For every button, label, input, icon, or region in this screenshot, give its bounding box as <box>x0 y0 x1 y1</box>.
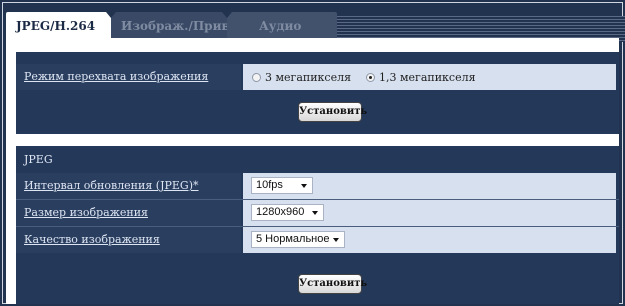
chevron-down-icon <box>312 211 318 215</box>
image-quality-value: 5 Нормальное <box>243 227 616 253</box>
capture-mode-section: Режим перехвата изображения 3 мегапиксел… <box>16 52 619 90</box>
set-button-jpeg[interactable]: Установить <box>298 274 367 294</box>
set-button-capture-mode[interactable]: Установить <box>298 102 367 122</box>
refresh-interval-selected: 10fps <box>256 179 283 191</box>
image-size-select[interactable]: 1280x960 <box>251 204 324 221</box>
tab-jpeg-h264-label: JPEG/H.264 <box>16 19 96 33</box>
image-size-row: Размер изображения 1280x960 <box>16 200 619 226</box>
image-size-value: 1280x960 <box>243 200 616 226</box>
chevron-down-icon <box>301 184 307 188</box>
image-quality-row: Качество изображения 5 Нормальное <box>16 227 619 253</box>
chevron-down-icon <box>333 238 339 242</box>
tab-notch <box>222 12 232 18</box>
refresh-interval-row: Интервал обновления (JPEG)* 10fps <box>16 173 619 199</box>
capture-mode-option-3mp[interactable]: 3 мегапикселя <box>252 64 351 90</box>
capture-mode-option-1-3mp[interactable]: 1,3 мегапикселя <box>366 64 476 90</box>
image-size-selected: 1280x960 <box>256 206 305 218</box>
set-button-area-1: Установить <box>16 90 619 134</box>
section-gap <box>16 134 619 146</box>
tab-audio-label: Аудио <box>259 19 302 33</box>
radio-1-3mp-label: 1,3 мегапикселя <box>379 70 476 84</box>
tab-notch <box>106 12 116 18</box>
capture-mode-options: 3 мегапикселя 1,3 мегапикселя <box>243 64 616 90</box>
capture-mode-row: Режим перехвата изображения 3 мегапиксел… <box>16 64 619 90</box>
image-quality-label[interactable]: Качество изображения <box>16 227 241 253</box>
radio-3mp-label: 3 мегапикселя <box>265 70 352 84</box>
radio-3mp[interactable] <box>252 72 261 82</box>
set-button-area-2: Установить <box>16 262 619 304</box>
settings-frame: JPEG/H.264 Изображ./Приваси Аудио Режим … <box>0 0 625 306</box>
content-panel: Режим перехвата изображения 3 мегапиксел… <box>6 38 619 304</box>
refresh-interval-select[interactable]: 10fps <box>251 177 313 194</box>
image-quality-select[interactable]: 5 Нормальное <box>251 231 345 248</box>
capture-mode-label[interactable]: Режим перехвата изображения <box>16 64 241 90</box>
jpeg-section: JPEG Интервал обновления (JPEG)* 10fps Р… <box>16 146 619 262</box>
tab-bar: JPEG/H.264 Изображ./Приваси Аудио <box>4 4 625 42</box>
image-size-label[interactable]: Размер изображения <box>16 200 241 226</box>
refresh-interval-value: 10fps <box>243 173 616 199</box>
radio-1-3mp[interactable] <box>366 72 375 82</box>
image-quality-selected: 5 Нормальное <box>256 233 330 245</box>
jpeg-section-title: JPEG <box>16 146 619 173</box>
refresh-interval-label[interactable]: Интервал обновления (JPEG)* <box>16 173 241 199</box>
